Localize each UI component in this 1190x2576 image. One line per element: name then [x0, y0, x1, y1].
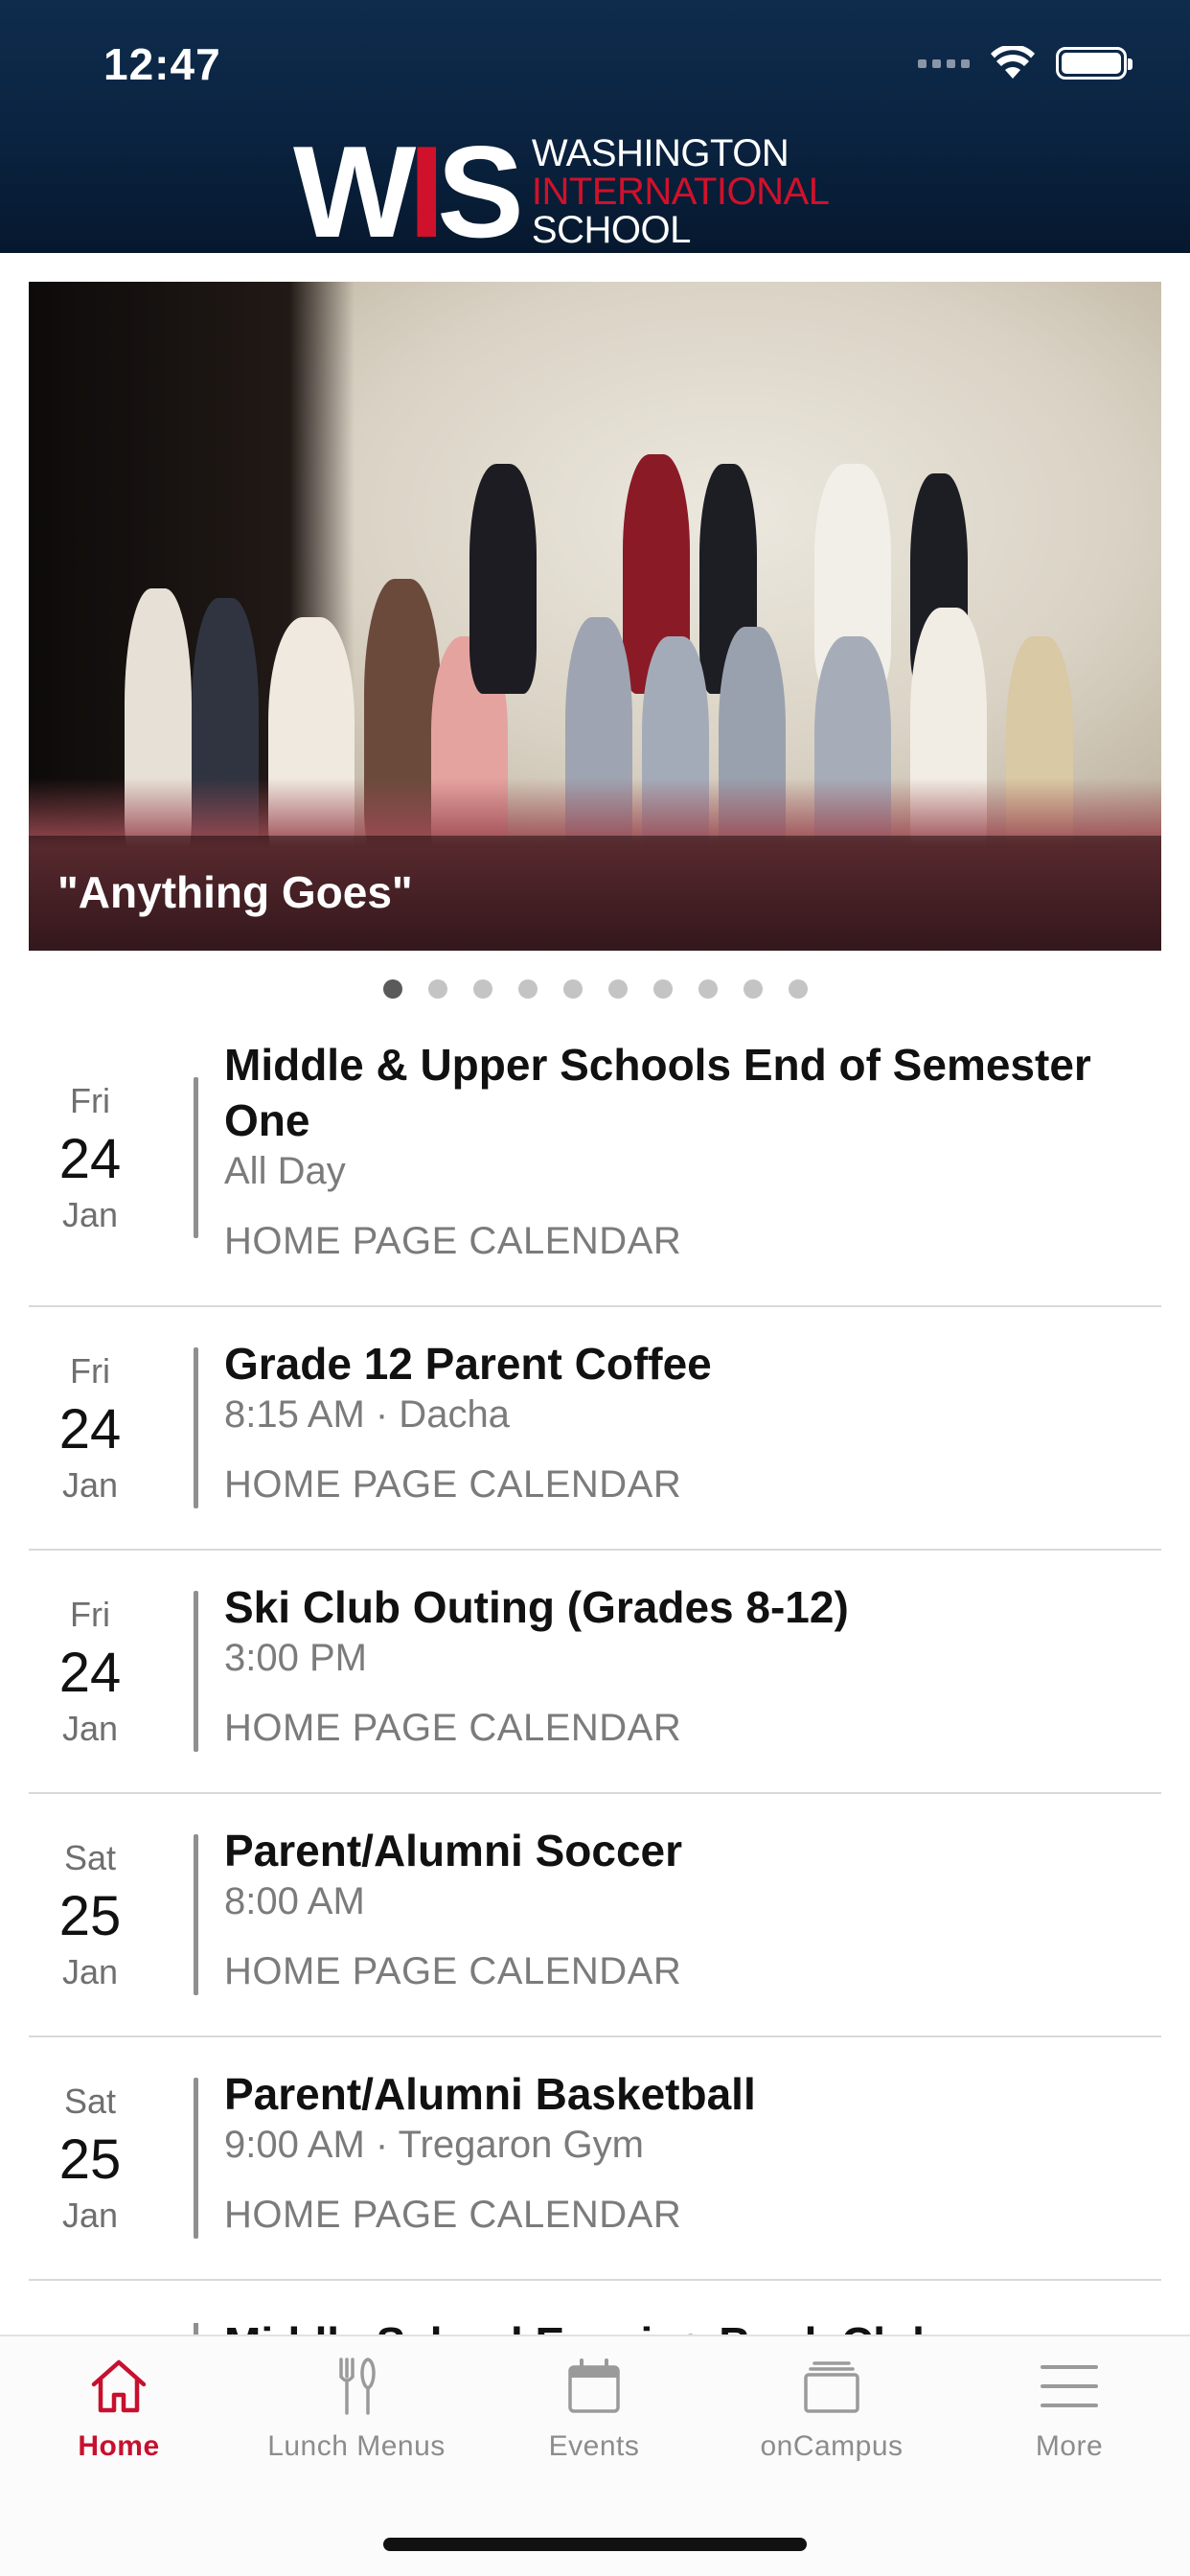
event-calendar: HOME PAGE CALENDAR	[224, 2194, 682, 2236]
event-details: Middle & Upper Schools End of Semester O…	[224, 1037, 1152, 1263]
event-details: Grade 12 Parent Coffee 8:15 AM · Dacha H…	[224, 1336, 1152, 1506]
event-time: 8:15 AM · Dacha	[224, 1393, 510, 1436]
event-row[interactable]: Sat 25 Jan Parent/Alumni Soccer 8:00 AM …	[29, 1794, 1161, 2037]
event-divider	[194, 1591, 198, 1752]
tab-more[interactable]: More	[950, 2356, 1188, 2463]
event-time: 9:00 AM · Tregaron Gym	[224, 2124, 644, 2166]
event-row[interactable]: Sat 25 Jan Parent/Alumni Basketball 9:00…	[29, 2037, 1161, 2281]
logo-line-2: INTERNATIONAL	[531, 171, 830, 213]
event-title: Parent/Alumni Soccer	[224, 1826, 683, 1875]
page-dot[interactable]	[698, 979, 718, 999]
event-day: 24	[58, 1642, 122, 1704]
menu-icon	[1041, 2365, 1098, 2407]
event-details: Parent/Alumni Basketball 9:00 AM · Trega…	[224, 2066, 1152, 2237]
event-weekday: Fri	[70, 1081, 110, 1120]
logo-line-1: WASHINGTON	[531, 132, 790, 174]
page-dot[interactable]	[517, 979, 538, 999]
logo-mark: WIS	[293, 119, 524, 264]
featured-carousel[interactable]: "Anything Goes"	[29, 282, 1161, 951]
home-indicator[interactable]	[383, 2538, 807, 2551]
calendar-icon	[568, 2358, 620, 2413]
cellular-signal-icon	[918, 58, 970, 68]
event-weekday: Fri	[70, 1351, 110, 1391]
event-month: Jan	[61, 1709, 119, 1748]
event-details: Ski Club Outing (Grades 8-12) 3:00 PM HO…	[224, 1579, 1152, 1750]
event-day: 24	[58, 1128, 122, 1190]
event-title: Grade 12 Parent Coffee	[224, 1339, 712, 1389]
tab-oncampus[interactable]: onCampus	[713, 2356, 950, 2463]
event-calendar: HOME PAGE CALENDAR	[224, 1707, 682, 1749]
tab-lunch-menus[interactable]: Lunch Menus	[238, 2356, 475, 2463]
tab-label: Lunch Menus	[267, 2430, 446, 2462]
event-calendar: HOME PAGE CALENDAR	[224, 1950, 682, 1992]
event-weekday: Sat	[63, 2082, 117, 2121]
event-month: Jan	[61, 1465, 119, 1505]
carousel-pagination[interactable]	[0, 979, 1190, 999]
event-row[interactable]: Fri 24 Jan Grade 12 Parent Coffee 8:15 A…	[29, 1307, 1161, 1551]
event-divider	[194, 2078, 198, 2239]
event-time: All Day	[224, 1150, 346, 1192]
event-month: Jan	[61, 1952, 119, 1991]
carousel-caption: "Anything Goes"	[57, 867, 413, 917]
page-dot[interactable]	[788, 979, 808, 999]
logo-wordmark: WASHINGTON INTERNATIONAL SCHOOL	[532, 134, 830, 249]
battery-icon	[1056, 47, 1133, 80]
event-details: Parent/Alumni Soccer 8:00 AM HOME PAGE C…	[224, 1823, 1152, 1993]
tab-label: Home	[78, 2430, 160, 2462]
page-dot[interactable]	[743, 979, 763, 999]
page-dot[interactable]	[607, 979, 628, 999]
status-time: 12:47	[103, 39, 221, 89]
stack-icon	[804, 2361, 859, 2413]
event-month: Jan	[61, 1195, 119, 1234]
tab-events[interactable]: Events	[475, 2356, 713, 2463]
event-date: Fri 24 Jan	[29, 1081, 151, 1235]
page-dot[interactable]	[427, 979, 447, 999]
event-weekday: Fri	[70, 1595, 110, 1634]
event-divider	[194, 1834, 198, 1995]
logo-line-3: SCHOOL	[531, 209, 691, 251]
tab-label: More	[1035, 2430, 1104, 2462]
fork-knife-icon	[339, 2358, 376, 2415]
tab-label: Events	[548, 2430, 640, 2462]
event-day: 24	[58, 1398, 122, 1460]
page-dot[interactable]	[562, 979, 583, 999]
event-month: Jan	[61, 2196, 119, 2235]
tab-home[interactable]: Home	[0, 2356, 238, 2463]
event-time: 3:00 PM	[224, 1637, 367, 1679]
event-title: Ski Club Outing (Grades 8-12)	[224, 1582, 849, 1632]
status-icons	[918, 46, 1133, 80]
event-title: Middle & Upper Schools End of Semester O…	[224, 1040, 1091, 1145]
event-day: 25	[58, 1885, 122, 1947]
event-calendar: HOME PAGE CALENDAR	[224, 1220, 682, 1262]
event-row[interactable]: Fri 24 Jan Middle & Upper Schools End of…	[29, 1014, 1161, 1307]
event-weekday: Sat	[63, 1838, 117, 1877]
page-dot[interactable]	[382, 979, 402, 999]
tab-label: onCampus	[760, 2430, 904, 2462]
event-divider	[194, 1347, 198, 1508]
page-dot[interactable]	[652, 979, 673, 999]
events-list: Fri 24 Jan Middle & Upper Schools End of…	[29, 1014, 1161, 2281]
school-logo: WIS WASHINGTON INTERNATIONAL SCHOOL	[293, 119, 830, 264]
event-date: Fri 24 Jan	[29, 1595, 151, 1749]
event-time: 8:00 AM	[224, 1880, 365, 1922]
event-date: Sat 25 Jan	[29, 1838, 151, 1992]
app-header: 12:47 WIS WASHINGTON INTERNATIONAL SCHOO…	[0, 0, 1190, 257]
event-date: Sat 25 Jan	[29, 2082, 151, 2236]
event-day: 25	[58, 2128, 122, 2191]
page-dot[interactable]	[472, 979, 492, 999]
event-row[interactable]: Fri 24 Jan Ski Club Outing (Grades 8-12)…	[29, 1551, 1161, 1794]
home-icon	[91, 2359, 147, 2413]
event-calendar: HOME PAGE CALENDAR	[224, 1463, 682, 1506]
wifi-icon	[991, 46, 1035, 79]
event-title: Parent/Alumni Basketball	[224, 2069, 756, 2119]
event-date: Fri 24 Jan	[29, 1351, 151, 1506]
event-divider	[194, 1077, 198, 1238]
